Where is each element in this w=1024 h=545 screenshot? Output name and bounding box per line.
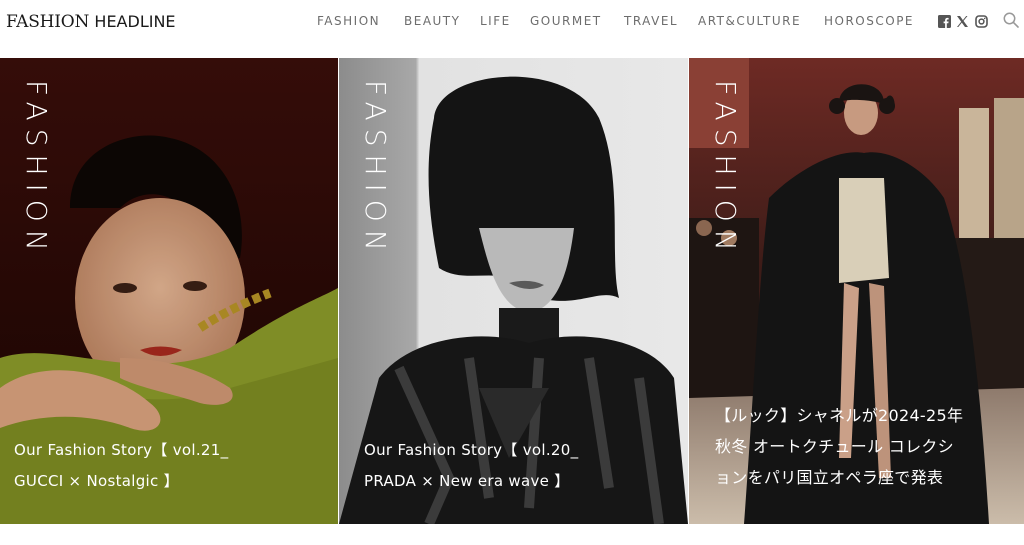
article-card-prada[interactable]: FASHION Our Fashion Story【 vol.20_ PRADA… (339, 58, 688, 524)
instagram-icon[interactable] (975, 15, 988, 28)
article-title-line: 【ルック】シャネルが2024-25年 (715, 406, 964, 425)
logo-text-headline: HEADLINE (94, 12, 176, 31)
article-card-chanel[interactable]: FASHION 【ルック】シャネルが2024-25年 秋冬 オートクチュール コ… (689, 58, 1024, 524)
category-label: FASHION (20, 80, 53, 259)
article-title-line: GUCCI × Nostalgic 】 (14, 472, 179, 490)
article-title-line: Our Fashion Story【 vol.20_ (364, 441, 579, 459)
article-title-line: PRADA × New era wave 】 (364, 472, 570, 490)
nav-item-travel[interactable]: TRAVEL (624, 14, 678, 28)
nav-item-art-culture[interactable]: ART&CULTURE (698, 14, 801, 28)
article-card-gucci[interactable]: FASHION Our Fashion Story【 vol.21_ GUCCI… (0, 58, 338, 524)
search-icon[interactable] (1002, 11, 1020, 29)
nav-item-horoscope[interactable]: HOROSCOPE (824, 14, 914, 28)
featured-articles-grid: FASHION Our Fashion Story【 vol.21_ GUCCI… (0, 58, 1024, 524)
article-title[interactable]: 【ルック】シャネルが2024-25年 秋冬 オートクチュール コレクシ ョンをパ… (715, 400, 963, 493)
x-icon[interactable] (956, 15, 969, 28)
article-title-line: Our Fashion Story【 vol.21_ (14, 441, 229, 459)
site-header: FASHION HEADLINE FASHION BEAUTY LIFE GOU… (0, 0, 1024, 44)
nav-item-life[interactable]: LIFE (480, 14, 511, 28)
facebook-icon[interactable] (938, 15, 951, 28)
nav-item-fashion[interactable]: FASHION (317, 14, 380, 28)
article-title-line: 秋冬 オートクチュール コレクシ (715, 437, 954, 456)
category-label: FASHION (359, 80, 392, 259)
article-title[interactable]: Our Fashion Story【 vol.21_ GUCCI × Nosta… (14, 435, 228, 497)
category-label: FASHION (709, 80, 742, 259)
logo-text-fashion: FASHION (6, 12, 95, 32)
nav-item-gourmet[interactable]: GOURMET (530, 14, 602, 28)
nav-item-beauty[interactable]: BEAUTY (404, 14, 460, 28)
article-title[interactable]: Our Fashion Story【 vol.20_ PRADA × New e… (364, 435, 578, 497)
site-logo[interactable]: FASHION HEADLINE (6, 12, 176, 32)
article-title-line: ョンをパリ国立オペラ座で発表 (715, 468, 944, 487)
